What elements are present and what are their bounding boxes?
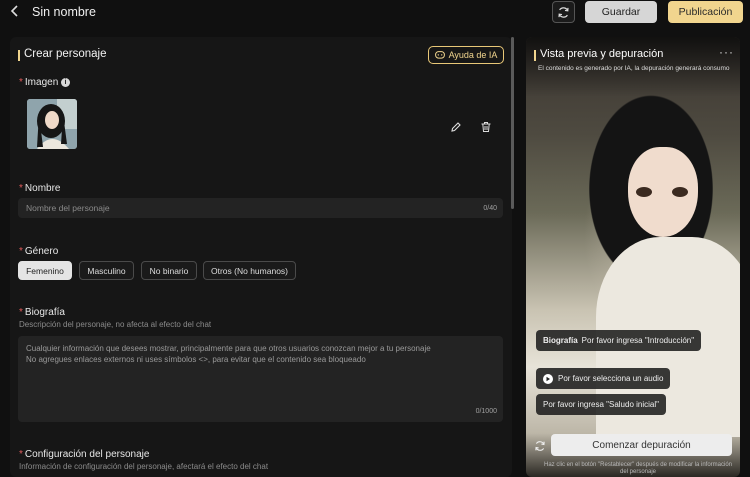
preview-eye-right <box>672 187 688 197</box>
preview-title: Vista previa y depuración <box>540 48 664 60</box>
preview-note: El contenido es generado por IA, la depu… <box>538 65 730 72</box>
greeting-prompt-pill[interactable]: Por favor ingresa "Saludo inicial" <box>536 394 666 415</box>
gender-label: * Género <box>19 246 59 257</box>
back-arrow-icon[interactable] <box>8 4 24 20</box>
config-description: Información de configuración del persona… <box>19 462 269 471</box>
gender-option-no-binario[interactable]: No binario <box>141 261 197 280</box>
ai-help-label: Ayuda de IA <box>448 50 498 60</box>
refresh-button[interactable] <box>552 1 575 23</box>
bio-placeholder-line2: No agregues enlaces externos ni uses sím… <box>26 355 366 364</box>
config-label: * Configuración del personaje <box>19 449 150 460</box>
required-mark: * <box>19 449 23 460</box>
play-icon <box>543 373 553 384</box>
preview-footer-note: Haz clic en el botón "Restablecer" despu… <box>543 462 733 475</box>
bio-description: Descripción del personaje, no afecta al … <box>19 320 212 329</box>
ai-chat-icon <box>434 50 445 59</box>
bio-pill-text: Por favor ingresa "Introducción" <box>581 336 695 345</box>
info-icon[interactable]: i <box>61 78 70 87</box>
preview-accent-bar <box>534 50 536 61</box>
preview-character-face <box>628 147 698 237</box>
panel-accent-bar <box>18 50 20 61</box>
required-mark: * <box>19 77 23 88</box>
create-character-panel: Crear personaje Ayuda de IA * Imagen i * N… <box>10 37 512 477</box>
save-button[interactable]: Guardar <box>585 1 657 23</box>
name-input[interactable]: Nombre del personaje 0/40 <box>18 198 503 218</box>
name-counter: 0/40 <box>483 205 497 212</box>
name-label: * Nombre <box>19 183 61 194</box>
bio-counter: 0/1000 <box>475 408 497 415</box>
publish-button[interactable]: Publicación <box>668 1 743 23</box>
gender-option-otros[interactable]: Otros (No humanos) <box>203 261 296 280</box>
name-placeholder: Nombre del personaje <box>26 203 110 213</box>
page-title: Sin nombre <box>32 5 96 19</box>
audio-prompt-pill[interactable]: Por favor selecciona un audio <box>536 368 671 389</box>
audio-pill-text: Por favor selecciona un audio <box>558 374 664 383</box>
required-mark: * <box>19 246 23 257</box>
panel-title: Crear personaje <box>24 48 107 60</box>
refresh-icon <box>558 6 569 18</box>
required-mark: * <box>19 307 23 318</box>
bio-placeholder-line1: Cualquier información que desees mostrar… <box>26 344 431 353</box>
bio-label: * Biografía <box>19 307 65 318</box>
required-mark: * <box>19 183 23 194</box>
ai-help-button[interactable]: Ayuda de IA <box>428 46 504 64</box>
bio-prompt-pill[interactable]: Biografía Por favor ingresa "Introducció… <box>536 330 702 351</box>
trash-icon[interactable] <box>480 120 492 132</box>
character-image-thumbnail[interactable] <box>27 99 77 149</box>
start-debug-button[interactable]: Comenzar depuración <box>551 434 732 456</box>
gender-option-femenino[interactable]: Femenino <box>18 261 72 280</box>
preview-panel: Vista previa y depuración ··· El conteni… <box>526 37 740 477</box>
top-bar: Sin nombre Guardar Publicación <box>0 0 750 26</box>
edit-icon[interactable] <box>450 120 462 132</box>
more-options-icon[interactable]: ··· <box>719 45 734 59</box>
bio-textarea[interactable]: Cualquier información que desees mostrar… <box>18 336 503 422</box>
reset-icon[interactable] <box>534 439 546 451</box>
preview-eye-left <box>636 187 652 197</box>
form-scrollbar[interactable] <box>511 37 514 209</box>
bio-pill-label: Biografía <box>543 336 578 345</box>
image-label: * Imagen <box>19 77 59 88</box>
gender-option-masculino[interactable]: Masculino <box>79 261 134 280</box>
greeting-pill-text: Por favor ingresa "Saludo inicial" <box>543 400 659 409</box>
